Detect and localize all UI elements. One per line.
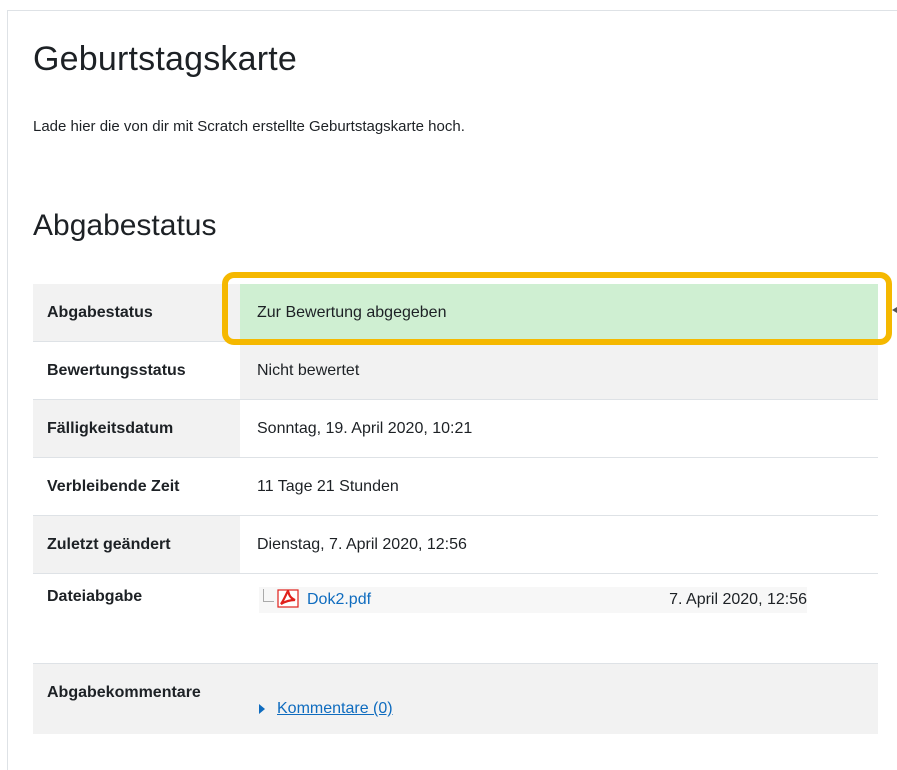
submission-status-table: Abgabestatus Zur Bewertung abgegeben Bew… (33, 284, 878, 734)
grading-status-value: Nicht bewertet (240, 341, 878, 400)
grading-status-label: Bewertungsstatus (33, 341, 240, 400)
file-submission-cell: Dok2.pdf 7. April 2020, 12:56 (240, 573, 878, 664)
submission-comments-cell: Kommentare (0) (240, 663, 878, 734)
table-row: Abgabekommentare Kommentare (0) (33, 663, 878, 734)
submission-comments-label: Abgabekommentare (33, 663, 240, 734)
comments-link-label: Kommentare (0) (277, 700, 393, 717)
table-row: Abgabestatus Zur Bewertung abgegeben (33, 284, 878, 342)
pdf-icon (277, 588, 299, 613)
time-remaining-value: 11 Tage 21 Stunden (240, 457, 878, 516)
file-link-dok2[interactable]: Dok2.pdf (307, 591, 371, 609)
page-title: Geburtstagskarte (33, 40, 297, 78)
comments-toggle-link[interactable]: Kommentare (0) (257, 700, 393, 718)
scroll-arrow-icon (892, 307, 897, 313)
file-submission-label: Dateiabgabe (33, 573, 240, 664)
table-row: Dateiabgabe Dok2.pdf 7. April 2020, 12:5… (33, 573, 878, 664)
tree-connector (263, 588, 274, 602)
table-row: Bewertungsstatus Nicht bewertet (33, 341, 878, 400)
last-modified-value: Dienstag, 7. April 2020, 12:56 (240, 515, 878, 574)
table-row: Zuletzt geändert Dienstag, 7. April 2020… (33, 515, 878, 574)
table-row: Fälligkeitsdatum Sonntag, 19. April 2020… (33, 399, 878, 458)
file-date: 7. April 2020, 12:56 (669, 591, 807, 608)
due-date-label: Fälligkeitsdatum (33, 399, 240, 458)
submission-status-label: Abgabestatus (33, 284, 240, 342)
due-date-value: Sonntag, 19. April 2020, 10:21 (240, 399, 878, 458)
submission-status-value: Zur Bewertung abgegeben (240, 284, 878, 342)
time-remaining-label: Verbleibende Zeit (33, 457, 240, 516)
last-modified-label: Zuletzt geändert (33, 515, 240, 574)
caret-right-icon (259, 704, 265, 714)
file-entry: Dok2.pdf 7. April 2020, 12:56 (259, 587, 807, 613)
table-row: Verbleibende Zeit 11 Tage 21 Stunden (33, 457, 878, 516)
section-title-submission-status: Abgabestatus (33, 209, 217, 242)
assignment-intro: Lade hier die von dir mit Scratch erstel… (33, 118, 465, 135)
